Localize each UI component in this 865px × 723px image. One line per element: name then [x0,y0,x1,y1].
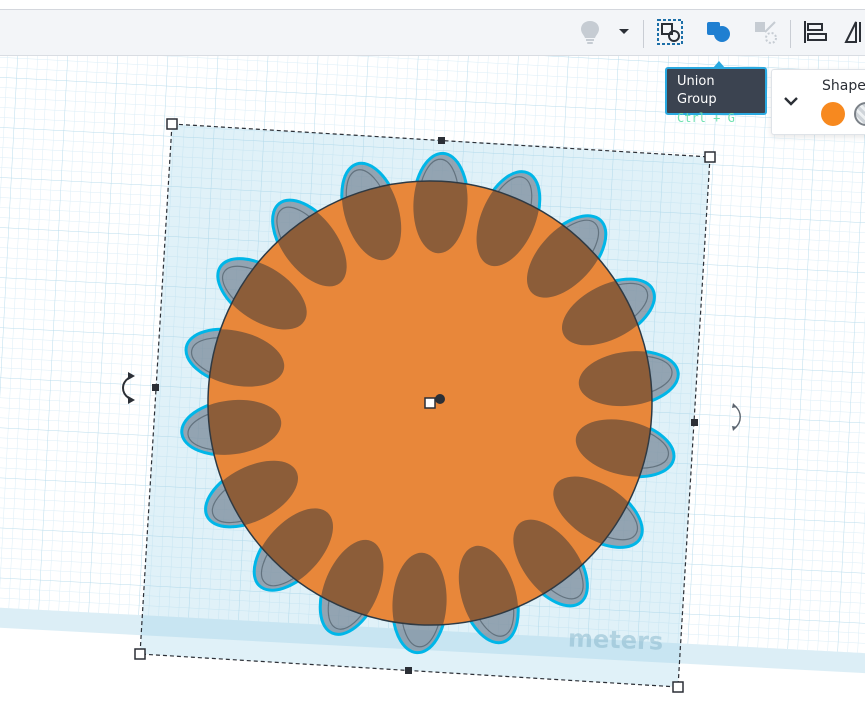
top-strip [0,0,865,10]
resize-handle-top-left[interactable] [166,118,178,130]
height-handle[interactable] [435,394,445,404]
panel-title: Shape [822,78,865,94]
workplane-canvas[interactable] [0,56,865,723]
center-handle[interactable] [424,397,436,409]
resize-handle-bottom-right[interactable] [672,681,684,693]
toolbar-divider [790,20,791,48]
resize-handle-bottom-left[interactable] [134,648,146,660]
resize-handle-right[interactable] [691,419,698,426]
union-group-button[interactable] [700,14,736,50]
resize-handle-top-right[interactable] [704,151,716,163]
mirror-icon [844,21,861,43]
lightbulb-button[interactable] [572,14,608,50]
align-button[interactable] [797,14,833,50]
toolbar [0,10,865,56]
union-icon [707,22,730,42]
resize-handle-top[interactable] [438,137,445,144]
ungroup-button[interactable] [748,14,784,50]
collapse-chevron-icon[interactable] [782,92,800,110]
workplane[interactable]: meters [0,56,865,723]
shape-inspector-panel: Shape [771,69,865,135]
solid-color-swatch[interactable] [821,102,845,126]
lightbulb-dropdown[interactable] [612,14,636,50]
mirror-button[interactable] [842,14,865,50]
tooltip-title: Union Group [677,74,717,107]
resize-handle-left[interactable] [152,384,159,391]
group-icon [657,19,683,45]
tooltip-shortcut: Ctrl + G [677,111,735,125]
chevron-down-icon [619,29,629,34]
ungroup-icon [755,21,777,44]
toolbar-divider [643,20,644,48]
union-group-tooltip: Union Group Ctrl + G [665,61,767,125]
group-button[interactable] [652,14,688,50]
resize-handle-bottom[interactable] [405,667,412,674]
hole-swatch[interactable] [854,102,865,126]
lightbulb-icon [581,21,599,44]
align-icon [804,21,827,43]
units-watermark: meters [567,624,664,656]
